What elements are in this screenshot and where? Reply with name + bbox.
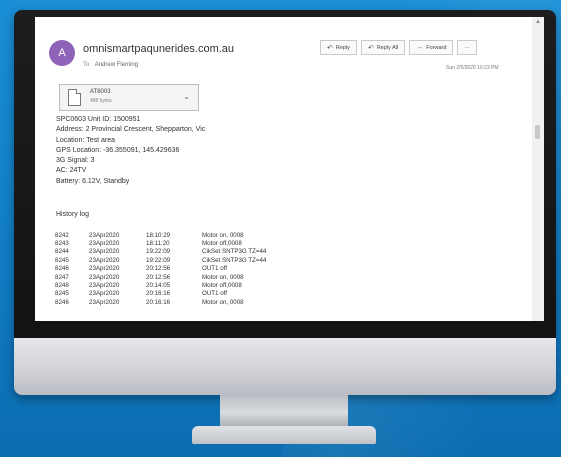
body-line: Address: 2 Provincial Crescent, Sheppart… bbox=[56, 126, 206, 134]
reply-button[interactable]: ↶ Reply bbox=[320, 40, 357, 55]
body-line: Battery: 6.12V, Standby bbox=[56, 177, 130, 185]
scroll-thumb[interactable] bbox=[535, 125, 540, 139]
log-event: CikSet SNTP3G TZ=44 bbox=[202, 256, 267, 264]
log-time: 18:10:29 bbox=[146, 231, 171, 239]
reply-all-button[interactable]: ↶ Reply All bbox=[360, 40, 406, 55]
reply-all-label: Reply All bbox=[376, 44, 399, 51]
log-id: 8245 bbox=[55, 290, 69, 298]
log-event: OUT1 off bbox=[202, 265, 227, 273]
log-time: 20:16:16 bbox=[146, 298, 171, 306]
message-date: Sun 2/5/2020 10:23 PM bbox=[446, 65, 499, 71]
log-event: Motor on, 0008 bbox=[202, 298, 244, 306]
recipient-name: Andrew Fleming bbox=[94, 62, 139, 68]
log-date: 23Apr2020 bbox=[89, 290, 120, 298]
forward-icon: → bbox=[416, 44, 424, 51]
message-actions: ↶ Reply ↶ Reply All → Forward ··· bbox=[320, 40, 477, 55]
reply-icon: ↶ bbox=[327, 44, 333, 52]
history-log-table: 8242 23Apr2020 18:10:29 Motor on, 0008 8… bbox=[55, 231, 322, 307]
history-log-title: History log bbox=[56, 211, 90, 218]
screen: A omnismartpaqunerides.com.au To Andrew … bbox=[35, 17, 544, 321]
attachment-name: AT8003 bbox=[90, 89, 111, 95]
reply-all-icon: ↶ bbox=[367, 44, 374, 52]
body-line: SPC0603 Unit ID: 1500951 bbox=[56, 116, 141, 123]
log-id: 8243 bbox=[55, 240, 69, 248]
log-event: Motor off,0008 bbox=[202, 240, 242, 248]
log-time: 20:12:56 bbox=[146, 273, 171, 281]
log-event: Motor on, 0008 bbox=[202, 273, 244, 281]
sender-avatar: A bbox=[49, 40, 75, 66]
table-row: 8244 23Apr2020 19:22:09 CikSet SNTP3G TZ… bbox=[55, 248, 322, 256]
monitor-stand-neck bbox=[220, 394, 348, 428]
to-label: To bbox=[83, 62, 90, 68]
more-actions-button[interactable]: ··· bbox=[457, 40, 477, 55]
log-id: 8245 bbox=[55, 256, 69, 264]
body-line: 3G Signal: 3 bbox=[56, 157, 95, 165]
log-date: 23Apr2020 bbox=[89, 273, 120, 281]
log-id: 8246 bbox=[55, 265, 69, 273]
log-date: 23Apr2020 bbox=[89, 240, 120, 248]
table-row: 8246 23Apr2020 20:12:56 OUT1 off bbox=[55, 265, 322, 273]
table-row: 8242 23Apr2020 18:10:29 Motor on, 0008 bbox=[55, 231, 322, 239]
log-time: 20:12:56 bbox=[146, 265, 171, 273]
message-body: SPC0603 Unit ID: 1500951 Address: 2 Prov… bbox=[56, 115, 205, 187]
log-date: 23Apr2020 bbox=[89, 256, 120, 264]
log-time: 20:14:05 bbox=[146, 282, 171, 290]
log-event: CikSet SNTP3G TZ=44 bbox=[202, 248, 267, 256]
log-date: 23Apr2020 bbox=[89, 231, 120, 239]
log-date: 23Apr2020 bbox=[89, 265, 120, 273]
chevron-down-icon[interactable]: ⌄ bbox=[183, 92, 190, 101]
log-event: OUT1 off bbox=[202, 290, 227, 298]
log-time: 18:11:20 bbox=[146, 240, 170, 248]
document-icon bbox=[68, 89, 81, 106]
table-row: 8243 23Apr2020 18:11:20 Motor off,0008 bbox=[55, 239, 322, 247]
vertical-scrollbar[interactable]: ▲ bbox=[532, 17, 544, 321]
scroll-up-icon[interactable]: ▲ bbox=[535, 19, 541, 25]
attachment-card[interactable]: AT8003 488 bytes ⌄ bbox=[59, 84, 199, 111]
forward-label: Forward bbox=[426, 44, 447, 51]
monitor-stand-base bbox=[192, 426, 376, 444]
log-id: 8246 bbox=[55, 298, 69, 306]
table-row: 8245 23Apr2020 19:22:09 CikSet SNTP3G TZ… bbox=[55, 256, 322, 264]
log-id: 8247 bbox=[55, 273, 69, 281]
forward-button[interactable]: → Forward bbox=[409, 40, 454, 55]
log-time: 19:22:09 bbox=[146, 248, 171, 256]
body-line: Location: Test area bbox=[56, 136, 116, 144]
log-id: 8248 bbox=[55, 282, 69, 290]
log-date: 23Apr2020 bbox=[89, 248, 120, 256]
log-id: 8244 bbox=[55, 248, 69, 256]
log-event: Motor on, 0008 bbox=[202, 231, 244, 239]
log-date: 23Apr2020 bbox=[89, 282, 120, 290]
table-row: 8246 23Apr2020 20:16:16 Motor on, 0008 bbox=[55, 298, 322, 306]
attachment-size: 488 bytes bbox=[90, 98, 112, 104]
table-row: 8247 23Apr2020 20:12:56 Motor on, 0008 bbox=[55, 273, 322, 281]
log-event: Motor off,0008 bbox=[202, 282, 242, 290]
log-time: 19:22:09 bbox=[146, 256, 171, 264]
table-row: 8248 23Apr2020 20:14:05 Motor off,0008 bbox=[55, 281, 322, 289]
more-label: ··· bbox=[464, 44, 470, 51]
table-row: 8245 23Apr2020 20:16:16 OUT1 off bbox=[55, 290, 322, 298]
sender-address: omnismartpaqunerides.com.au bbox=[83, 43, 235, 55]
log-date: 23Apr2020 bbox=[89, 298, 120, 306]
reply-label: Reply bbox=[335, 44, 350, 51]
recipient-line: To Andrew Fleming bbox=[83, 62, 138, 68]
body-line: AC: 24TV bbox=[56, 167, 87, 175]
log-time: 20:16:16 bbox=[146, 290, 171, 298]
monitor-chin bbox=[14, 338, 556, 395]
body-line: GPS Location: -36.355091, 145.429636 bbox=[56, 146, 180, 154]
monitor: A omnismartpaqunerides.com.au To Andrew … bbox=[14, 10, 556, 395]
log-id: 8242 bbox=[55, 231, 69, 239]
